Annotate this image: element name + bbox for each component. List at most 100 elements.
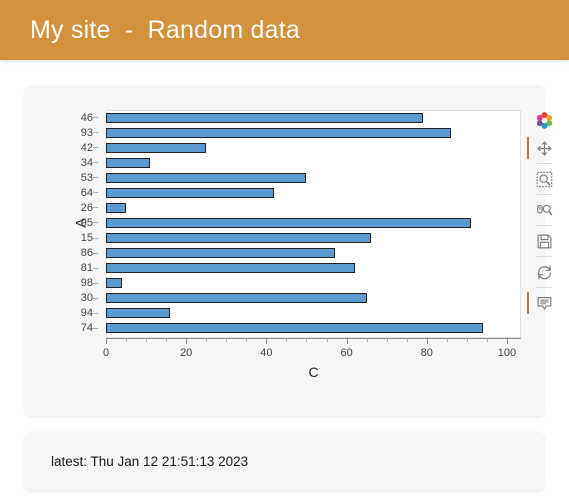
bar[interactable] — [106, 217, 471, 228]
y-axis-tick-label: 64 — [25, 185, 98, 200]
bar-row[interactable] — [106, 291, 519, 306]
x-axis-tick-label: 100 — [497, 347, 517, 359]
y-axis-tick-label: 53 — [25, 170, 98, 185]
y-axis-tick-label: 30 — [25, 291, 98, 306]
y-axis-tick — [93, 297, 98, 299]
x-axis-minor-tick — [386, 338, 388, 342]
x-axis-minor-tick — [326, 338, 328, 342]
bar[interactable] — [106, 248, 335, 259]
x-axis-tick — [186, 338, 188, 344]
y-axis-tick-label: 95 — [25, 215, 98, 230]
bar-row[interactable] — [106, 231, 519, 246]
bar-row[interactable] — [106, 306, 519, 321]
y-axis-tick-label: 98 — [25, 276, 98, 291]
y-axis-tick-label: 42 — [25, 140, 98, 155]
bar[interactable] — [106, 202, 127, 213]
x-axis-minor-tick — [366, 338, 368, 342]
app-header: My site - Random data — [0, 0, 569, 60]
y-axis-tick — [93, 192, 98, 194]
bar[interactable] — [106, 157, 151, 168]
x-axis-tick — [266, 338, 268, 344]
bar[interactable] — [106, 142, 207, 153]
x-axis-tick — [426, 338, 428, 344]
x-axis-minor-tick — [146, 338, 148, 342]
bar[interactable] — [106, 323, 483, 334]
x-axis-tick-label: 40 — [260, 347, 273, 359]
y-axis-tick-label: 93 — [25, 125, 98, 140]
x-axis-minor-tick — [246, 338, 248, 342]
bar-row[interactable] — [106, 200, 519, 215]
bar-row[interactable] — [106, 140, 519, 155]
bokeh-logo-icon[interactable] — [529, 106, 559, 134]
bar-row[interactable] — [106, 185, 519, 200]
bokeh-plot[interactable]: A 46 93 42 34 53 64 26 95 15 86 81 98 30 94 74 0 20 40 60… — [25, 86, 552, 416]
plot-toolbar — [527, 106, 560, 317]
bar-row[interactable] — [106, 246, 519, 261]
status-text: latest: Thu Jan 12 21:51:13 2023 — [51, 453, 249, 469]
x-axis-minor-tick — [286, 338, 288, 342]
x-axis-minor-tick — [446, 338, 448, 342]
bar[interactable] — [106, 187, 275, 198]
toolbar-divider — [536, 256, 552, 257]
toolbar-divider — [536, 163, 552, 164]
x-axis-title: C — [308, 364, 319, 380]
y-axis-tick-label: 46 — [25, 110, 98, 125]
y-axis-tick — [93, 282, 98, 284]
bar-row[interactable] — [106, 215, 519, 230]
bar-row[interactable] — [106, 276, 519, 291]
x-axis-tick-label: 0 — [102, 347, 110, 359]
bar[interactable] — [106, 172, 307, 183]
wheel-zoom-icon[interactable] — [529, 196, 559, 224]
x-axis-minor-tick — [166, 338, 168, 342]
x-axis-minor-tick — [226, 338, 228, 342]
y-axis-tick — [93, 117, 98, 119]
bar[interactable] — [106, 278, 123, 289]
bar[interactable] — [106, 308, 171, 319]
bar-row[interactable] — [106, 321, 519, 336]
reset-icon[interactable] — [529, 258, 559, 286]
x-axis-line — [106, 338, 521, 339]
bar-row[interactable] — [106, 125, 519, 140]
bar[interactable] — [106, 112, 423, 123]
y-axis-tick — [93, 132, 98, 134]
pan-icon[interactable] — [527, 134, 559, 162]
status-card: latest: Thu Jan 12 21:51:13 2023 — [25, 432, 544, 490]
bar[interactable] — [106, 293, 367, 304]
x-axis-tick — [506, 338, 508, 344]
bar[interactable] — [106, 127, 451, 138]
x-axis-minor-tick — [206, 338, 208, 342]
bar-row[interactable] — [106, 170, 519, 185]
bar-row[interactable] — [106, 155, 519, 170]
y-axis-tick — [93, 312, 98, 314]
y-axis-tick-label: 81 — [25, 261, 98, 276]
bar[interactable] — [106, 233, 371, 244]
y-axis-tick-label: 34 — [25, 155, 98, 170]
y-axis-tick-label: 15 — [25, 231, 98, 246]
bar[interactable] — [106, 263, 355, 274]
x-axis-minor-tick — [126, 338, 128, 342]
y-axis-tick — [93, 237, 98, 239]
y-axis-tick — [93, 207, 98, 209]
y-axis-tick — [93, 267, 98, 269]
toolbar-divider — [536, 287, 552, 288]
x-axis-minor-tick — [406, 338, 408, 342]
y-axis-tick-label: 26 — [25, 200, 98, 215]
y-axis-tick-label: 94 — [25, 306, 98, 321]
x-axis-minor-tick — [466, 338, 468, 342]
hover-icon[interactable] — [527, 289, 559, 317]
page-title: My site - Random data — [30, 15, 300, 44]
x-axis-minor-tick — [306, 338, 308, 342]
y-axis-tick — [93, 147, 98, 149]
y-axis-tick — [93, 177, 98, 179]
box-zoom-icon[interactable] — [529, 165, 559, 193]
x-axis-tick-label: 60 — [340, 347, 353, 359]
bar-series — [106, 110, 519, 336]
bar-row[interactable] — [106, 110, 519, 125]
x-axis-tick-label: 80 — [420, 347, 433, 359]
x-axis: 0 20 40 60 80 100 — [102, 338, 521, 359]
bar-row[interactable] — [106, 261, 519, 276]
toolbar-divider — [536, 194, 552, 195]
y-axis-tick — [93, 327, 98, 329]
plot-card: A 46 93 42 34 53 64 26 95 15 86 81 98 30 94 74 0 20 40 60… — [25, 86, 552, 416]
save-icon[interactable] — [529, 227, 559, 255]
